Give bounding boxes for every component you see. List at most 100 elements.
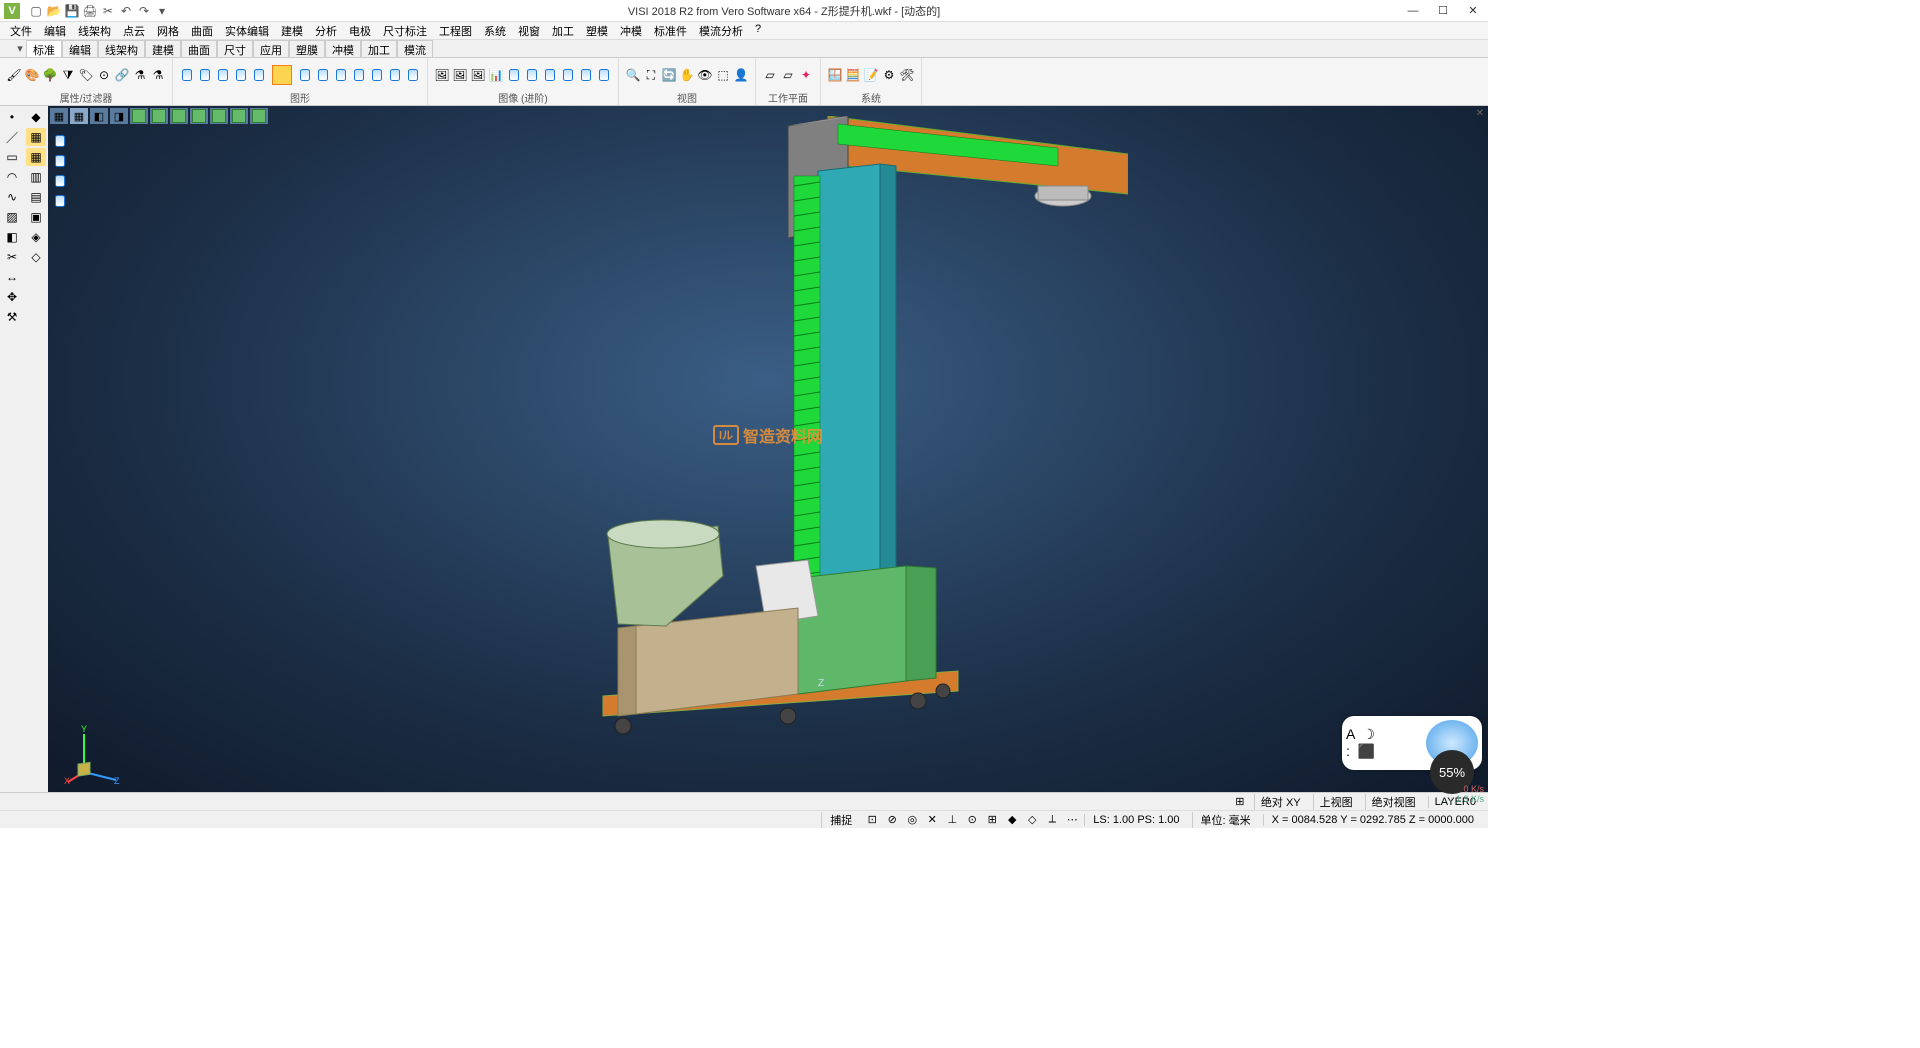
cyl7-icon[interactable] [315,67,331,83]
new-icon[interactable]: ▢ [28,3,44,19]
vmode-2[interactable]: ▦ [70,108,88,124]
tool-arc-icon[interactable]: ◠ [2,168,22,186]
node-icon[interactable]: ⊙ [96,67,112,83]
plane1-icon[interactable]: ▱ [762,67,778,83]
tool-solid-icon[interactable]: ◧ [2,228,22,246]
snap-grid-icon[interactable]: ⊞ [984,813,1000,827]
tool-r1-icon[interactable]: ◆ [26,108,46,126]
tab-surface[interactable]: 曲面 [181,40,217,57]
fit-icon[interactable]: ⛶ [643,67,659,83]
menu-drawing[interactable]: 工程图 [433,22,478,39]
img1-icon[interactable]: 🖼 [434,67,450,83]
status-abs[interactable]: 绝对 XY [1254,794,1307,810]
menu-system[interactable]: 系统 [478,22,512,39]
cyl5-icon[interactable] [251,67,267,83]
cyl12-icon[interactable] [405,67,421,83]
tool-trim-icon[interactable]: ✂ [2,248,22,266]
grid-icon[interactable]: ⊞ [1232,795,1248,809]
tool-r3-icon[interactable]: ▦ [26,148,46,166]
tool-move-icon[interactable]: ✥ [2,288,22,306]
snap-mid-icon[interactable]: ⊘ [884,813,900,827]
menu-pointcloud[interactable]: 点云 [117,22,151,39]
snap-near-icon[interactable]: ⊙ [964,813,980,827]
vmode-3[interactable]: ◧ [90,108,108,124]
snap-end-icon[interactable]: ⊡ [864,813,880,827]
funnel-icon[interactable]: ⧩ [60,67,76,83]
user-icon[interactable]: 👤 [733,67,749,83]
menu-die[interactable]: 冲模 [614,22,648,39]
cyl-c-icon[interactable] [542,67,558,83]
snap-int-icon[interactable]: ✕ [924,813,940,827]
pan-icon[interactable]: ✋ [679,67,695,83]
tab-die[interactable]: 冲模 [325,40,361,57]
maximize-button[interactable]: ☐ [1428,1,1458,21]
status-topview[interactable]: 上视图 [1313,794,1359,810]
brush-icon[interactable]: 🖌 [6,67,22,83]
vp-cyl1-icon[interactable] [50,132,70,150]
tab-app[interactable]: 应用 [253,40,289,57]
cyl2-icon[interactable] [197,67,213,83]
cyl-b-icon[interactable] [524,67,540,83]
viewport[interactable]: ✕ ▦ ▦ ◧ ◨ [48,106,1488,792]
cyl3-icon[interactable] [215,67,231,83]
calc-icon[interactable]: 🧮 [845,67,861,83]
cyl9-icon[interactable] [351,67,367,83]
tool-line-icon[interactable]: ／ [2,128,22,146]
vmode-4[interactable]: ◨ [110,108,128,124]
tool-misc-icon[interactable]: ⚒ [2,308,22,326]
vp-cyl4-icon[interactable] [50,192,70,210]
ime-widget[interactable]: A ☽: ⬛ 55% 0 K/s ↓ 1.3 K/s [1342,716,1482,770]
cyl-a-icon[interactable] [506,67,522,83]
status-absview[interactable]: 绝对视图 [1365,794,1422,810]
tool-r6-icon[interactable]: ▣ [26,208,46,226]
dropdown-icon[interactable]: ▾ [154,3,170,19]
palette-icon[interactable]: 🎨 [24,67,40,83]
minimize-button[interactable]: — [1398,1,1428,21]
cfg-icon[interactable]: 🛠 [899,67,915,83]
cube-big-icon[interactable] [269,62,295,88]
snap-ext-icon[interactable]: ⋯ [1064,813,1080,827]
menu-edit[interactable]: 编辑 [38,22,72,39]
vmode-10[interactable] [230,108,248,124]
menu-machining[interactable]: 加工 [546,22,580,39]
cut-icon[interactable]: ✂ [100,3,116,19]
save-icon[interactable]: 💾 [64,3,80,19]
tab-flow[interactable]: 模流 [397,40,433,57]
link-icon[interactable]: 🔗 [114,67,130,83]
tab-mould[interactable]: 塑膜 [289,40,325,57]
vmode-8[interactable] [190,108,208,124]
tree-icon[interactable]: 🌳 [42,67,58,83]
viewport-close-icon[interactable]: ✕ [1476,108,1484,119]
status-snap[interactable]: 捕捉 [821,812,860,828]
cyl-f-icon[interactable] [596,67,612,83]
img4-icon[interactable]: 📊 [488,67,504,83]
note-icon[interactable]: 📝 [863,67,879,83]
tool-point-icon[interactable]: • [2,108,22,126]
img2-icon[interactable]: 🖼 [452,67,468,83]
tool-r5-icon[interactable]: ▤ [26,188,46,206]
vmode-9[interactable] [210,108,228,124]
vmode-1[interactable]: ▦ [50,108,68,124]
vmode-11[interactable] [250,108,268,124]
menu-help[interactable]: ? [749,22,767,39]
tool-r2-icon[interactable]: ▦ [26,128,46,146]
tool-rect-icon[interactable]: ▭ [2,148,22,166]
menu-standard[interactable]: 标准件 [648,22,693,39]
cyl1-icon[interactable] [179,67,195,83]
tool-surf-icon[interactable]: ▨ [2,208,22,226]
vp-cyl2-icon[interactable] [50,152,70,170]
undo-icon[interactable]: ↶ [118,3,134,19]
cyl10-icon[interactable] [369,67,385,83]
tool-r7-icon[interactable]: ◈ [26,228,46,246]
tab-machining[interactable]: 加工 [361,40,397,57]
win-icon[interactable]: 🪟 [827,67,843,83]
menu-mesh[interactable]: 网格 [151,22,185,39]
menu-surface[interactable]: 曲面 [185,22,219,39]
print-icon[interactable]: 🖨 [82,3,98,19]
tag-icon[interactable]: 🏷 [78,67,94,83]
select-icon[interactable]: ⬚ [715,67,731,83]
tab-dropdown-icon[interactable]: ▾ [14,40,26,57]
menu-file[interactable]: 文件 [4,22,38,39]
tool-r8-icon[interactable]: ◇ [26,248,46,266]
menu-flow[interactable]: 模流分析 [693,22,749,39]
